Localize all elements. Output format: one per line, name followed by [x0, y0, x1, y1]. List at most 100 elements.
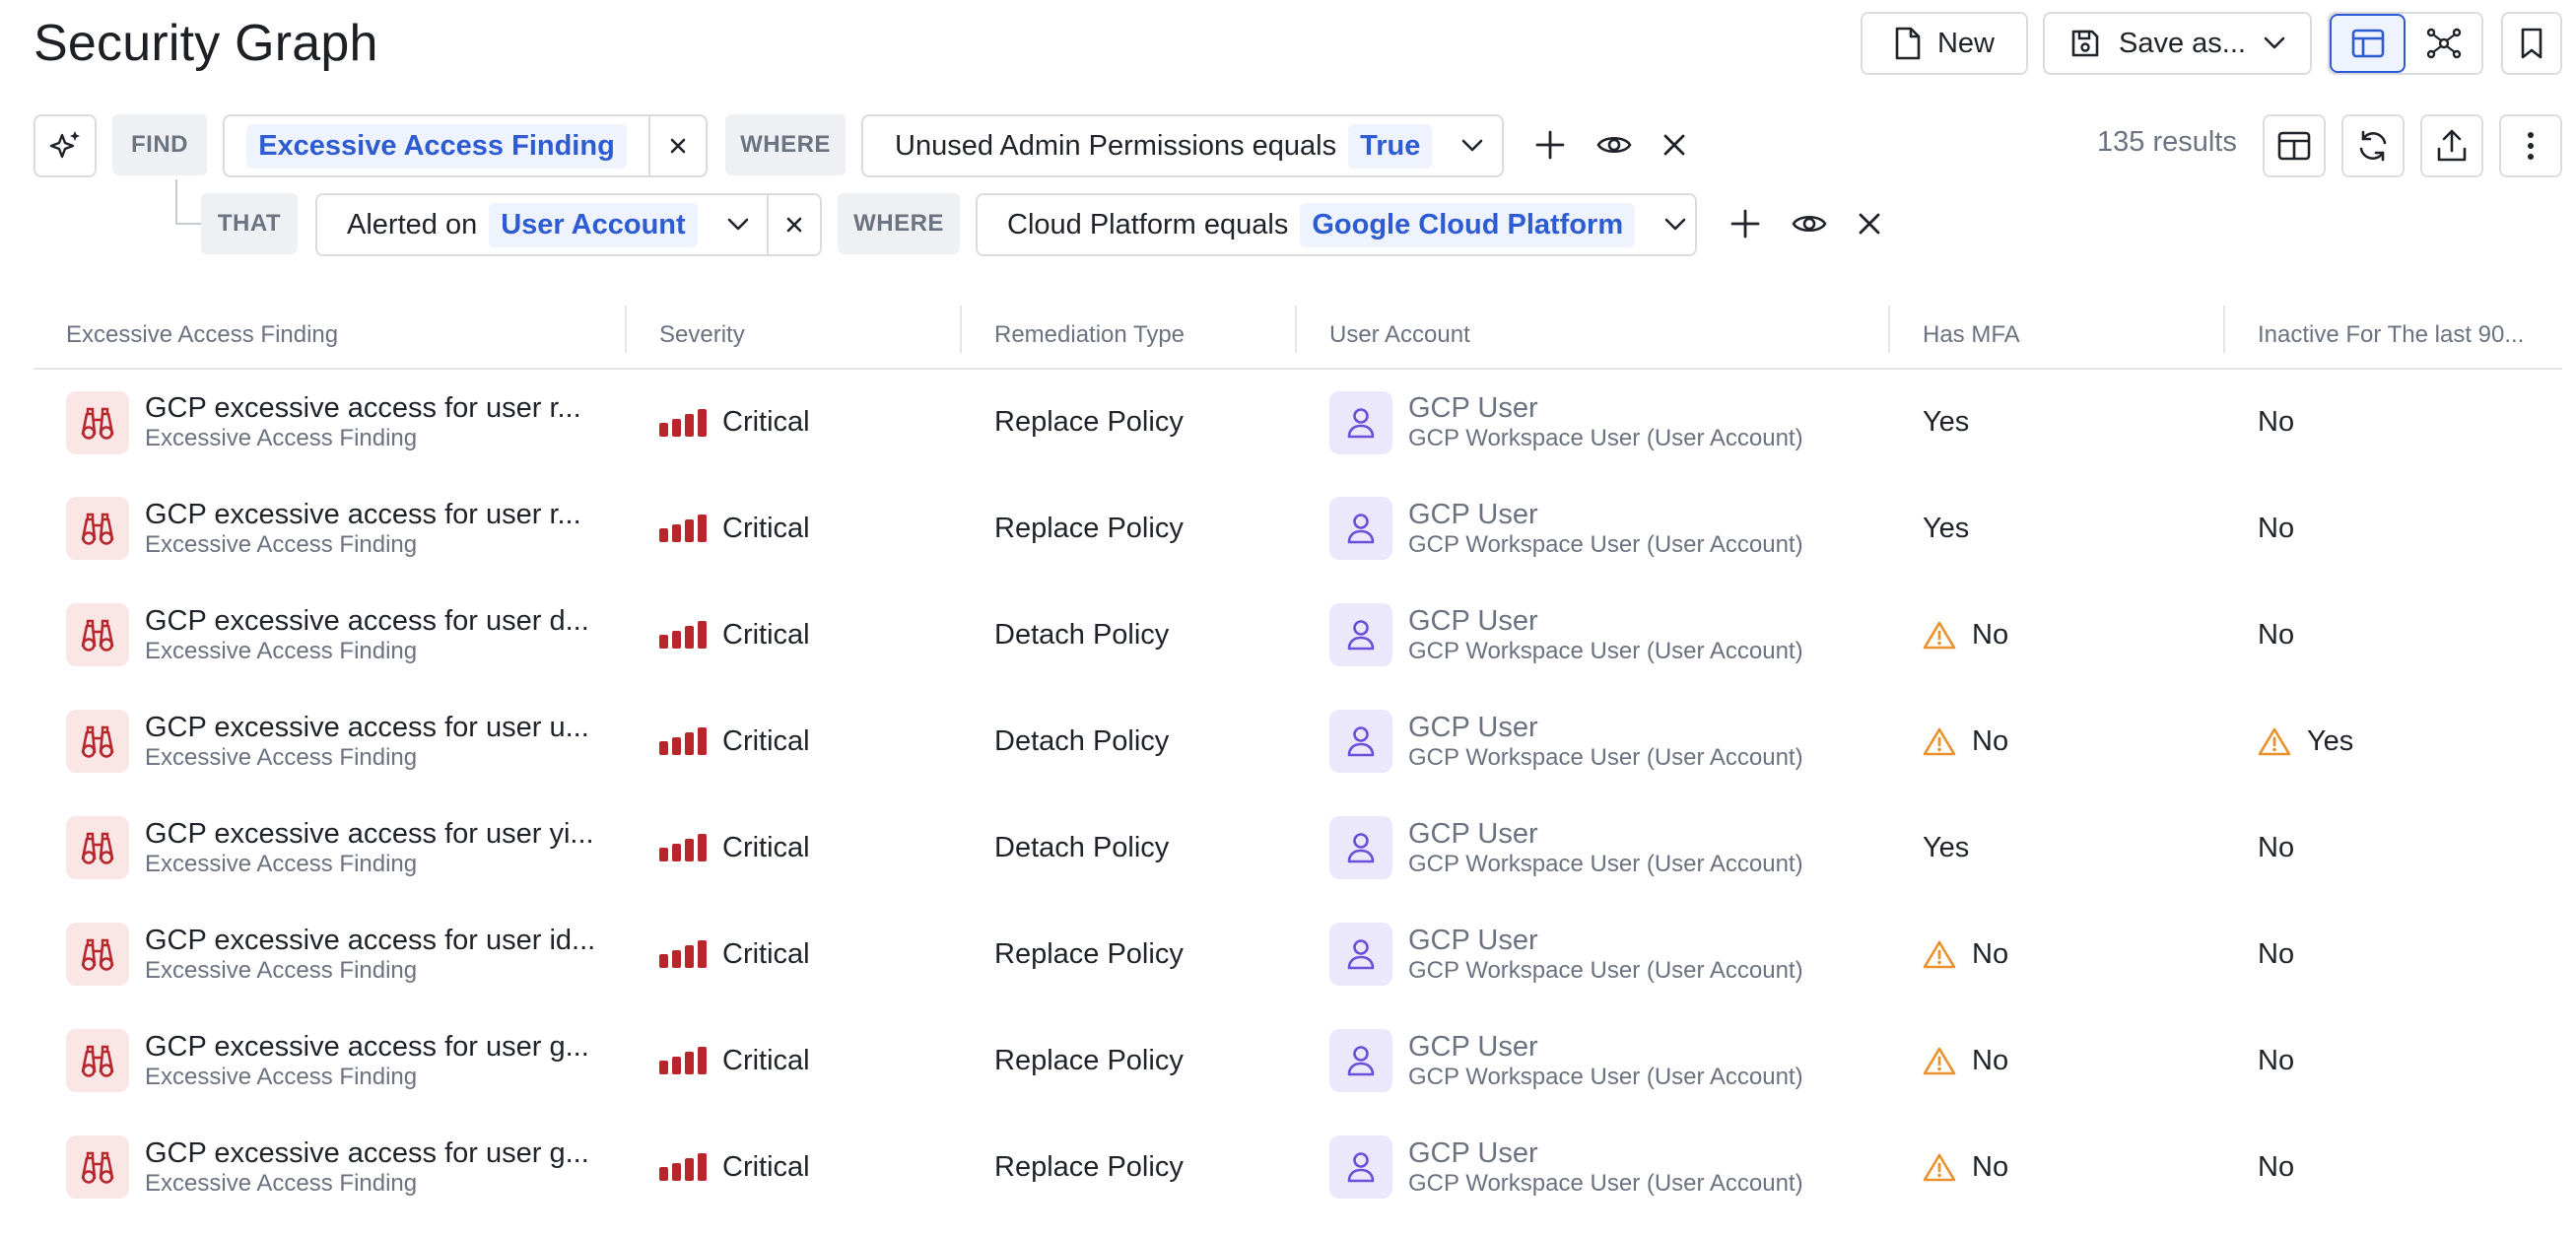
export-button[interactable]: [2420, 114, 2483, 177]
remediation-type: Detach Policy: [994, 618, 1170, 651]
document-icon: [1894, 27, 1922, 60]
user-type: GCP Workspace User (User Account): [1408, 1063, 1803, 1090]
more-options-button[interactable]: [2499, 114, 2562, 177]
relation-text: Alerted on: [347, 208, 478, 241]
finding-title[interactable]: GCP excessive access for user r...: [145, 499, 581, 531]
condition-1-text: Unused Admin Permissions equals: [895, 129, 1337, 162]
condition-2-text: Cloud Platform equals: [1007, 208, 1289, 241]
mfa-value: No: [1972, 724, 2009, 757]
severity-bars-icon: [659, 940, 707, 968]
finding-type: Excessive Access Finding: [145, 743, 418, 771]
user-name[interactable]: GCP User: [1408, 925, 1803, 957]
add-condition-button[interactable]: [1533, 128, 1567, 162]
ai-assist-button[interactable]: [34, 114, 97, 177]
finding-title[interactable]: GCP excessive access for user u...: [145, 712, 589, 744]
table-header-row: Excessive Access Finding Severity Remedi…: [34, 302, 2562, 370]
finding-title[interactable]: GCP excessive access for user g...: [145, 1137, 589, 1170]
new-button[interactable]: New: [1861, 12, 2028, 75]
bookmark-button[interactable]: [2501, 12, 2562, 75]
remediation-type: Detach Policy: [994, 724, 1170, 757]
mfa-value: No: [1972, 618, 2009, 651]
add-condition-2-button[interactable]: [1729, 207, 1762, 241]
severity-label: Critical: [722, 512, 810, 544]
table-row[interactable]: GCP excessive access for user r... Exces…: [34, 475, 2562, 582]
chevron-down-icon: [1664, 218, 1686, 232]
columns-button[interactable]: [2263, 114, 2326, 177]
mfa-value: Yes: [1923, 831, 1970, 863]
user-type: GCP Workspace User (User Account): [1408, 530, 1803, 558]
table-row[interactable]: GCP excessive access for user yi... Exce…: [34, 794, 2562, 901]
severity-label: Critical: [722, 724, 810, 757]
finding-type: Excessive Access Finding: [145, 530, 418, 558]
severity-label: Critical: [722, 406, 810, 438]
user-name[interactable]: GCP User: [1408, 1031, 1803, 1064]
table-row[interactable]: GCP excessive access for user g... Exces…: [34, 1007, 2562, 1114]
column-header[interactable]: Remediation Type: [962, 302, 1297, 370]
severity-label: Critical: [722, 1044, 810, 1076]
mfa-value: Yes: [1923, 406, 1970, 438]
column-header[interactable]: Severity: [627, 302, 962, 370]
warning-icon: [2258, 726, 2291, 756]
table-row[interactable]: GCP excessive access for user d... Exces…: [34, 582, 2562, 688]
remove-condition-button[interactable]: [1661, 132, 1687, 158]
remediation-type: Replace Policy: [994, 937, 1184, 970]
remove-relation-button[interactable]: [769, 216, 820, 234]
condition-2-selector[interactable]: Cloud Platform equals Google Cloud Platf…: [976, 193, 1697, 256]
find-entity-chip: Excessive Access Finding: [246, 123, 627, 169]
upload-icon: [2436, 129, 2468, 163]
finding-title[interactable]: GCP excessive access for user r...: [145, 392, 581, 425]
user-name[interactable]: GCP User: [1408, 392, 1803, 425]
severity-bars-icon: [659, 834, 707, 861]
remediation-type: Replace Policy: [994, 512, 1184, 544]
severity-bars-icon: [659, 621, 707, 649]
inactive-value: Yes: [2307, 724, 2354, 757]
toggle-visibility-button[interactable]: [1596, 131, 1632, 159]
finding-type: Excessive Access Finding: [145, 637, 418, 664]
finding-title[interactable]: GCP excessive access for user id...: [145, 925, 595, 957]
toggle-visibility-2-button[interactable]: [1792, 210, 1827, 238]
user-icon: [1329, 497, 1392, 560]
column-header[interactable]: Inactive For The last 90...: [2225, 302, 2562, 370]
user-name[interactable]: GCP User: [1408, 712, 1803, 744]
chevron-down-icon: [1461, 139, 1483, 153]
mfa-value: No: [1972, 1044, 2009, 1076]
severity-label: Critical: [722, 1150, 810, 1183]
severity-bars-icon: [659, 1047, 707, 1074]
table-row[interactable]: GCP excessive access for user id... Exce…: [34, 901, 2562, 1007]
refresh-icon: [2356, 129, 2390, 163]
user-icon: [1329, 923, 1392, 986]
user-name[interactable]: GCP User: [1408, 499, 1803, 531]
finding-title[interactable]: GCP excessive access for user g...: [145, 1031, 589, 1064]
relation-selector[interactable]: Alerted on User Account: [315, 193, 822, 256]
column-header[interactable]: Has MFA: [1890, 302, 2225, 370]
table-view-button[interactable]: [2330, 14, 2407, 73]
condition-1-selector[interactable]: Unused Admin Permissions equals True: [861, 114, 1504, 177]
refresh-button[interactable]: [2341, 114, 2405, 177]
finding-title[interactable]: GCP excessive access for user d...: [145, 605, 589, 638]
user-icon: [1329, 1029, 1392, 1092]
user-name[interactable]: GCP User: [1408, 1137, 1803, 1170]
graph-view-button[interactable]: [2406, 14, 2481, 73]
severity-bars-icon: [659, 515, 707, 542]
remove-condition-2-button[interactable]: [1857, 211, 1882, 237]
table-row[interactable]: GCP excessive access for user u... Exces…: [34, 688, 2562, 794]
columns-icon: [2277, 131, 2311, 161]
finding-title[interactable]: GCP excessive access for user yi...: [145, 818, 594, 851]
column-header[interactable]: User Account: [1297, 302, 1890, 370]
table-row[interactable]: GCP excessive access for user g... Exces…: [34, 1114, 2562, 1220]
close-icon: [785, 216, 803, 234]
remove-find-button[interactable]: [650, 137, 706, 155]
plus-icon: [1535, 130, 1565, 160]
kebab-menu-icon: [2527, 131, 2535, 161]
where-2-label: WHERE: [838, 193, 960, 254]
find-entity-selector[interactable]: Excessive Access Finding: [223, 114, 708, 177]
user-name[interactable]: GCP User: [1408, 818, 1803, 851]
user-name[interactable]: GCP User: [1408, 605, 1803, 638]
save-as-button[interactable]: Save as...: [2043, 12, 2312, 75]
binoculars-icon: [66, 390, 129, 454]
mfa-value: No: [1972, 1150, 2009, 1183]
table-row[interactable]: GCP excessive access for user r... Exces…: [34, 369, 2562, 475]
binoculars-icon: [66, 1135, 129, 1199]
inactive-value: No: [2258, 512, 2295, 544]
column-header[interactable]: Excessive Access Finding: [34, 302, 627, 370]
